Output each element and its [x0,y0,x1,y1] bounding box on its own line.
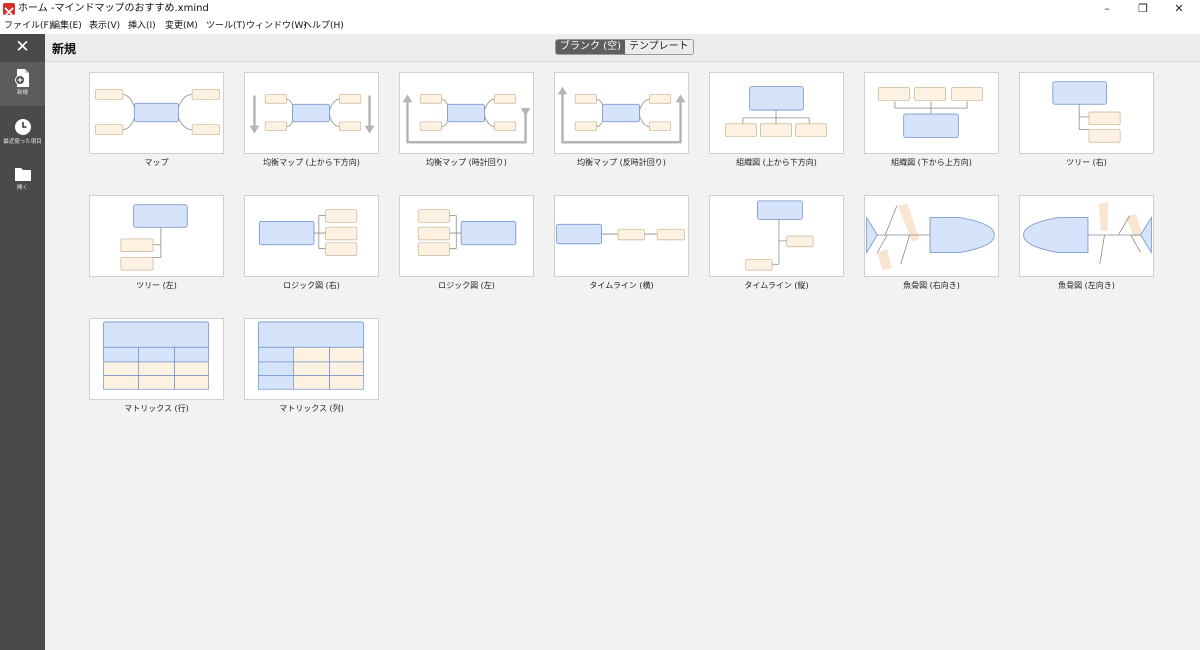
sidebar-item-open[interactable]: 開く [0,160,45,200]
sidebar: ✕ 新規 最近使った項目 開く [0,34,45,650]
template-org-down[interactable]: 組織図 (上から下方向) [709,72,844,168]
template-thumbnail[interactable] [554,72,689,154]
template-thumbnail[interactable] [89,195,224,277]
template-mode-switch: ブランク (空) テンプレート [555,39,694,55]
close-home-button[interactable]: ✕ [0,34,45,61]
folder-icon [14,166,32,182]
new-file-icon [14,68,32,88]
menu-insert[interactable]: 挿入(I) [128,19,156,33]
template-thumbnail[interactable] [244,72,379,154]
template-thumbnail[interactable] [399,72,534,154]
template-logic-left[interactable]: ロジック図 (左) [399,195,534,291]
template-label: ロジック図 (右) [283,281,340,290]
template-timeline-v[interactable]: タイムライン (縦) [709,195,844,291]
menu-tools[interactable]: ツール(T) [206,19,246,33]
template-thumbnail[interactable] [399,195,534,277]
template-label: 魚骨図 (右向き) [903,281,960,290]
template-thumbnail[interactable] [1019,195,1154,277]
template-thumbnail[interactable] [244,195,379,277]
template-label: マップ [144,158,169,167]
template-thumbnail[interactable] [244,318,379,400]
menu-file[interactable]: ファイル(F) [4,19,52,33]
close-window-button[interactable]: ✕ [1164,0,1194,18]
minimize-button[interactable]: – [1092,0,1122,18]
template-thumbnail[interactable] [1019,72,1154,154]
template-label: ツリー (左) [136,281,177,290]
template-thumbnail[interactable] [89,72,224,154]
sidebar-item-recent[interactable]: 最近使った項目 [0,112,45,152]
tab-blank[interactable]: ブランク (空) [556,40,625,54]
restore-button[interactable]: ❐ [1128,0,1158,18]
template-timeline-h[interactable]: タイムライン (横) [554,195,689,291]
template-label: タイムライン (横) [589,281,654,290]
template-fish-right[interactable]: 魚骨図 (右向き) [864,195,999,291]
template-map[interactable]: マップ [89,72,224,168]
template-balanced-down[interactable]: 均衡マップ (上から下方向) [244,72,379,168]
title-bar: ホーム -マインドマップのおすすめ.xmind – ❐ ✕ [0,0,1200,18]
sidebar-item-label: 最近使った項目 [3,139,42,145]
template-tree-left[interactable]: ツリー (左) [89,195,224,291]
template-thumbnail[interactable] [864,195,999,277]
template-thumbnail[interactable] [709,195,844,277]
template-label: 均衡マップ (上から下方向) [263,158,360,167]
menu-modify[interactable]: 変更(M) [165,19,198,33]
template-label: 均衡マップ (時計回り) [426,158,507,167]
sidebar-item-label: 開く [16,185,28,191]
template-label: ツリー (右) [1066,158,1107,167]
template-org-up[interactable]: 組織図 (下から上方向) [864,72,999,168]
menu-edit[interactable]: 編集(E) [51,19,82,33]
template-label: 組織図 (下から上方向) [891,158,972,167]
menu-view[interactable]: 表示(V) [89,19,120,33]
template-label: ロジック図 (左) [438,281,495,290]
tab-template[interactable]: テンプレート [624,40,693,54]
template-thumbnail[interactable] [89,318,224,400]
header: 新規 ブランク (空) テンプレート [45,34,1200,62]
template-logic-right[interactable]: ロジック図 (右) [244,195,379,291]
template-matrix-row[interactable]: マトリックス (行) [89,318,224,414]
menu-bar: ファイル(F) 編集(E) 表示(V) 挿入(I) 変更(M) ツール(T) ウ… [0,18,1200,34]
template-fish-left[interactable]: 魚骨図 (左向き) [1019,195,1154,291]
sidebar-item-label: 新規 [16,90,28,96]
template-balanced-ccw[interactable]: 均衡マップ (反時計回り) [554,72,689,168]
menu-help[interactable]: ヘルプ(H) [303,19,344,33]
page-title: 新規 [52,42,77,56]
template-label: マトリックス (列) [279,404,344,413]
template-thumbnail[interactable] [709,72,844,154]
window-title: ホーム -マインドマップのおすすめ.xmind [18,3,209,14]
template-thumbnail[interactable] [864,72,999,154]
template-label: マトリックス (行) [124,404,189,413]
sidebar-item-new[interactable]: 新規 [0,62,45,106]
template-matrix-col[interactable]: マトリックス (列) [244,318,379,414]
clock-icon [14,118,32,136]
template-label: 均衡マップ (反時計回り) [577,158,666,167]
template-balanced-cw[interactable]: 均衡マップ (時計回り) [399,72,534,168]
template-thumbnail[interactable] [554,195,689,277]
template-label: 組織図 (上から下方向) [736,158,817,167]
template-label: 魚骨図 (左向き) [1058,281,1115,290]
menu-window[interactable]: ウィンドウ(W) [246,19,307,33]
template-tree-right[interactable]: ツリー (右) [1019,72,1154,168]
template-label: タイムライン (縦) [744,281,809,290]
app-logo-icon [3,3,15,17]
